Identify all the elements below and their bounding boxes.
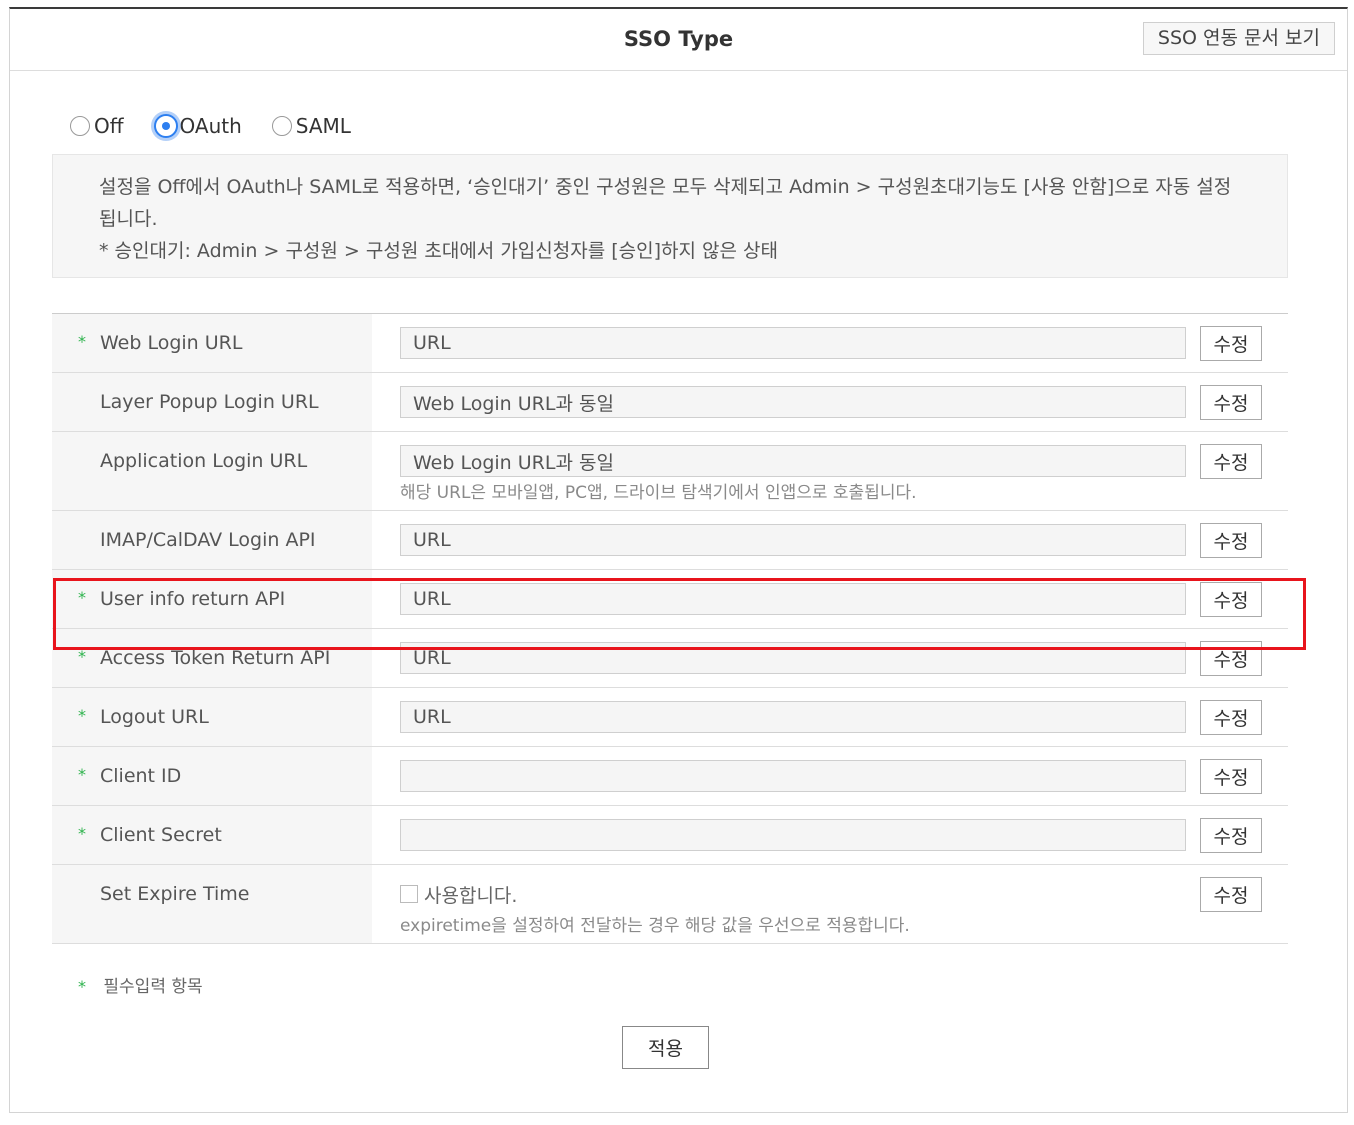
form-row-web-login-url: * Web Login URL 수정 [52,314,1288,373]
form-value: 수정 해당 URL은 모바일앱, PC앱, 드라이브 탐색기에서 인앱으로 호출… [372,432,1289,510]
required-star-icon: * [78,588,86,607]
application-login-url-help: 해당 URL은 모바일앱, PC앱, 드라이브 탐색기에서 인앱으로 호출됩니다… [400,483,917,503]
user-info-return-api-input[interactable] [400,583,1186,615]
form-value: 수정 [372,629,1289,687]
client-secret-input[interactable] [400,819,1186,851]
form-value: 수정 [372,314,1289,372]
radio-saml[interactable]: SAML [271,114,351,138]
form-value: 수정 [372,747,1289,805]
form-row-client-id: * Client ID 수정 [52,747,1288,806]
form-value: 수정 [372,511,1289,569]
form-label: Layer Popup Login URL [52,373,372,431]
client-id-input[interactable] [400,760,1186,792]
layer-popup-login-url-input[interactable] [400,386,1186,418]
notice-line-2: * 승인대기: Admin > 구성원 > 구성원 초대에서 가입신청자를 [승… [99,240,778,262]
radio-saml-circle[interactable] [271,116,292,136]
web-login-url-input[interactable] [400,327,1186,359]
form-value: 수정 [372,373,1289,431]
client-secret-edit-button[interactable]: 수정 [1200,817,1262,853]
form-label: * Client ID [52,747,372,805]
client-id-edit-button[interactable]: 수정 [1200,758,1262,794]
radio-oauth[interactable]: OAuth [153,114,242,138]
form-row-set-expire-time: Set Expire Time 사용합니다. 수정 expiretime을 설정… [52,865,1288,944]
logout-url-edit-button[interactable]: 수정 [1200,699,1262,735]
form-label: * Web Login URL [52,314,372,372]
form-label-text: User info return API [100,588,286,610]
form-value: 수정 [372,570,1289,628]
form-label-text: IMAP/CalDAV Login API [100,529,316,551]
notice-line-1: 설정을 Off에서 OAuth나 SAML로 적용하면, ‘승인대기’ 중인 구… [99,176,1232,230]
expire-time-checkbox[interactable] [400,885,418,903]
form-row-client-secret: * Client Secret 수정 [52,806,1288,865]
form-row-access-token-return-api: * Access Token Return API 수정 [52,629,1288,688]
form-label-text: Access Token Return API [100,647,331,669]
required-note-text: 필수입력 항목 [103,977,203,997]
form-label-text: Logout URL [100,706,209,728]
form-label: * Logout URL [52,688,372,746]
sso-type-radio-group: Off OAuth SAML [70,112,381,140]
web-login-url-edit-button[interactable]: 수정 [1200,325,1262,361]
form-row-logout-url: * Logout URL 수정 [52,688,1288,747]
radio-oauth-circle[interactable] [153,114,178,138]
form-label-text: Layer Popup Login URL [100,391,319,413]
form-label-text: Set Expire Time [100,883,250,905]
required-star-icon: * [78,977,86,996]
form-label-text: Client Secret [100,824,222,846]
layer-popup-login-url-edit-button[interactable]: 수정 [1200,384,1262,420]
form-label: * User info return API [52,570,372,628]
set-expire-time-edit-button[interactable]: 수정 [1200,876,1262,912]
sso-doc-button[interactable]: SSO 연동 문서 보기 [1142,22,1335,55]
expire-time-checkbox-wrap[interactable]: 사용합니다. [400,881,1186,908]
user-info-return-api-edit-button[interactable]: 수정 [1200,581,1262,617]
form-value: 수정 [372,688,1289,746]
access-token-return-api-edit-button[interactable]: 수정 [1200,640,1262,676]
form-row-layer-popup-login-url: Layer Popup Login URL 수정 [52,373,1288,432]
radio-oauth-label: OAuth [179,114,242,138]
radio-off-label: Off [94,114,124,138]
required-star-icon: * [78,332,86,351]
radio-saml-label: SAML [295,114,351,138]
logout-url-input[interactable] [400,701,1186,733]
imap-caldav-login-api-input[interactable] [400,524,1186,556]
required-note: * 필수입력 항목 [78,972,203,997]
form-label: IMAP/CalDAV Login API [52,511,372,569]
form-label: Set Expire Time [52,865,372,943]
required-star-icon: * [78,647,86,666]
form-row-application-login-url: Application Login URL 수정 해당 URL은 모바일앱, P… [52,432,1288,511]
access-token-return-api-input[interactable] [400,642,1186,674]
notice-box: 설정을 Off에서 OAuth나 SAML로 적용하면, ‘승인대기’ 중인 구… [52,154,1288,278]
application-login-url-input[interactable] [400,445,1186,477]
radio-off[interactable]: Off [70,114,124,138]
form-label-text: Client ID [100,765,182,787]
form-label: * Client Secret [52,806,372,864]
imap-caldav-login-api-edit-button[interactable]: 수정 [1200,522,1262,558]
form-label-text: Application Login URL [100,450,308,472]
form-value: 수정 [372,806,1289,864]
sso-form-table: * Web Login URL 수정 Layer Popup Login URL… [52,313,1288,944]
application-login-url-edit-button[interactable]: 수정 [1200,443,1262,479]
form-label-text: Web Login URL [100,332,243,354]
set-expire-time-help: expiretime을 설정하여 전달하는 경우 해당 값을 우선으로 적용합니… [400,916,910,936]
radio-off-circle[interactable] [70,116,90,136]
required-star-icon: * [78,706,86,725]
required-star-icon: * [78,765,86,784]
form-value: 사용합니다. 수정 expiretime을 설정하여 전달하는 경우 해당 값을… [372,865,1289,943]
expire-time-checkbox-label: 사용합니다. [424,884,518,907]
apply-button[interactable]: 적용 [622,1026,709,1069]
form-label: Application Login URL [52,432,372,510]
form-row-imap-caldav-login-api: IMAP/CalDAV Login API 수정 [52,511,1288,570]
form-label: * Access Token Return API [52,629,372,687]
required-star-icon: * [78,824,86,843]
panel-header: SSO Type SSO 연동 문서 보기 [10,9,1347,71]
form-row-user-info-return-api: * User info return API 수정 [52,570,1288,629]
